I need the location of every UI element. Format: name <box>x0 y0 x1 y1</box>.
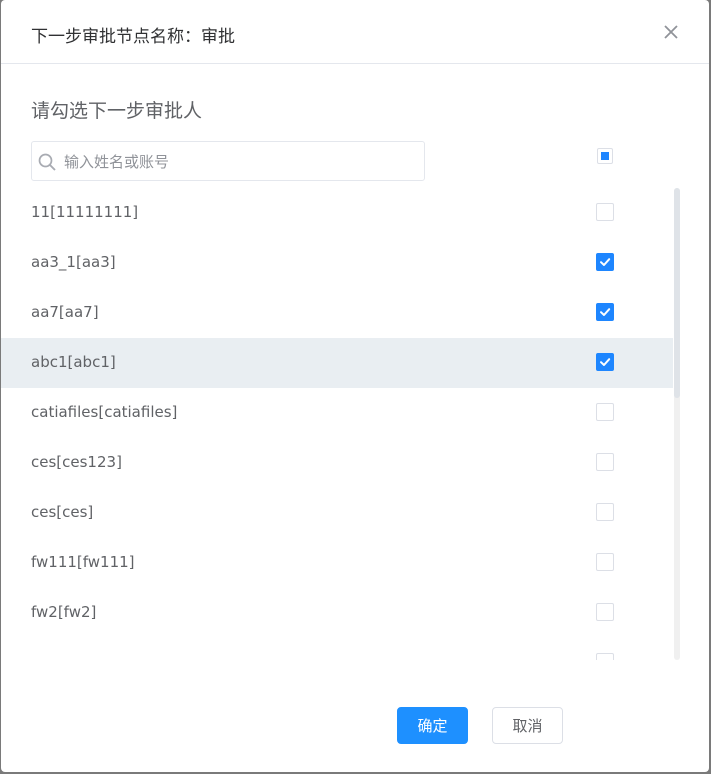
list-item-checkbox[interactable] <box>596 353 614 371</box>
list-item-label: 11[11111111] <box>31 203 139 221</box>
list-item-checkbox[interactable] <box>596 303 614 321</box>
check-icon <box>600 358 611 366</box>
list-item[interactable]: catiafiles[catiafiles] <box>1 388 673 438</box>
list-item[interactable] <box>1 638 673 660</box>
check-icon <box>600 308 611 316</box>
list-item-checkbox[interactable] <box>596 253 614 271</box>
section-title: 请勾选下一步审批人 <box>31 100 203 122</box>
list-item[interactable]: 11[11111111] <box>1 188 673 238</box>
search-icon <box>37 152 57 172</box>
list-item-checkbox[interactable] <box>596 503 614 521</box>
list-item-checkbox[interactable] <box>596 203 614 221</box>
list-item[interactable]: ces[ces123] <box>1 438 673 488</box>
list-item-checkbox[interactable] <box>596 603 614 621</box>
list-item-checkbox[interactable] <box>596 653 614 660</box>
list-item-checkbox[interactable] <box>596 553 614 571</box>
approver-list: 11[11111111] aa3_1[aa3] aa7[aa7] abc1[abc1]… <box>1 188 673 660</box>
cancel-button[interactable]: 取消 <box>492 707 563 744</box>
dialog-header: 下一步审批节点名称：审批 <box>1 0 709 64</box>
list-item-label: aa3_1[aa3] <box>31 253 116 271</box>
scrollbar[interactable] <box>674 188 680 660</box>
confirm-button[interactable]: 确定 <box>397 707 468 744</box>
list-item[interactable]: aa3_1[aa3] <box>1 238 673 288</box>
approver-dialog: 下一步审批节点名称：审批 请勾选下一步审批人 11[11111111] aa3_1… <box>1 0 709 772</box>
indeterminate-mark <box>601 152 609 160</box>
list-item-label: ces[ces] <box>31 503 94 521</box>
list-item[interactable]: aa7[aa7] <box>1 288 673 338</box>
list-item-label: abc1[abc1] <box>31 353 116 371</box>
list-item-label: fw2[fw2] <box>31 603 97 621</box>
list-item-checkbox[interactable] <box>596 403 614 421</box>
search-box[interactable] <box>31 141 425 181</box>
dialog-title: 下一步审批节点名称：审批 <box>31 27 235 47</box>
list-item-checkbox[interactable] <box>596 453 614 471</box>
scrollbar-thumb[interactable] <box>674 188 680 398</box>
list-item-label: aa7[aa7] <box>31 303 99 321</box>
list-item-label: ces[ces123] <box>31 453 122 471</box>
search-input[interactable] <box>62 147 416 177</box>
list-item[interactable]: fw111[fw111] <box>1 538 673 588</box>
list-item[interactable]: fw2[fw2] <box>1 588 673 638</box>
select-all-checkbox[interactable] <box>597 148 613 164</box>
check-icon <box>600 258 611 266</box>
list-item-label: catiafiles[catiafiles] <box>31 403 178 421</box>
list-item[interactable]: abc1[abc1] <box>1 338 673 388</box>
list-item[interactable]: ces[ces] <box>1 488 673 538</box>
list-item-label: fw111[fw111] <box>31 553 135 571</box>
close-icon[interactable] <box>661 22 681 42</box>
